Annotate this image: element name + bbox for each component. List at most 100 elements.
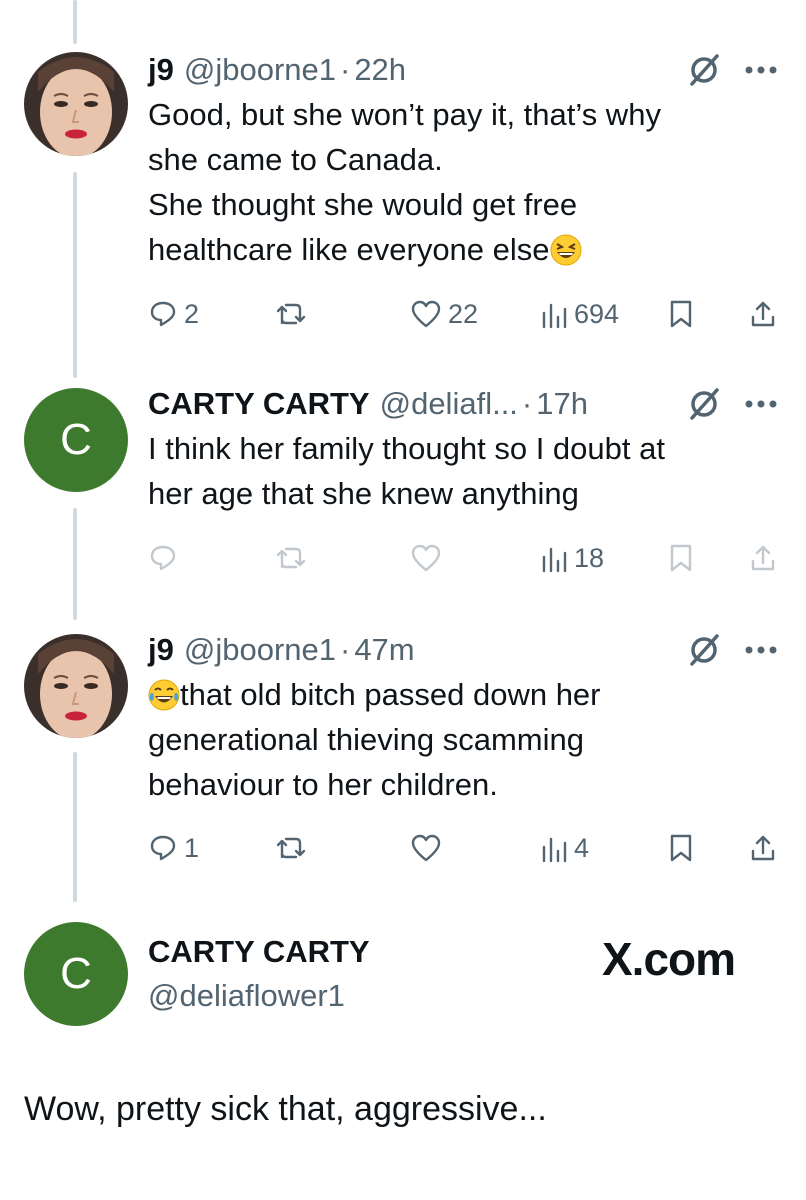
- display-name[interactable]: j9: [148, 52, 174, 88]
- grinning-squinting-face-icon: [550, 234, 582, 266]
- avatar[interactable]: C: [24, 388, 128, 492]
- reply-button[interactable]: [148, 538, 184, 578]
- tweet: j9 @jboorne1 · 47m that old bitch passed…: [148, 630, 778, 807]
- avatar-letter: C: [60, 415, 92, 464]
- tweet-text: Good, but she won’t pay it, that’s why s…: [148, 92, 778, 272]
- grok-icon[interactable]: [686, 52, 722, 88]
- bookmark-button[interactable]: [668, 538, 694, 578]
- timestamp[interactable]: 47m: [354, 632, 414, 668]
- views-icon: [542, 837, 567, 863]
- tweet-text-line: she came to Canada.: [148, 142, 443, 177]
- thread-line-2: [73, 508, 77, 620]
- tweet-text-line-content: healthcare like everyone else: [148, 232, 550, 267]
- repost-icon: [276, 837, 306, 859]
- tweet-actions: 18: [148, 538, 778, 578]
- reply-icon: [150, 835, 176, 861]
- dot-separator: ·: [339, 632, 351, 667]
- view-count: 4: [574, 832, 590, 863]
- display-name[interactable]: CARTY CARTY: [148, 386, 370, 422]
- tweet-text-line: behaviour to her children.: [148, 767, 498, 802]
- caption-text: Wow, pretty sick that, aggressive...: [24, 1090, 547, 1128]
- like-icon: [411, 300, 441, 328]
- bookmark-button[interactable]: [668, 294, 694, 334]
- like-button[interactable]: [410, 828, 448, 868]
- share-icon: [751, 835, 775, 861]
- tweet-header: CARTY CARTY @deliafl... · 17h: [148, 384, 778, 424]
- user-handle[interactable]: @jboorne1: [184, 52, 336, 88]
- reply-count: 1: [184, 832, 200, 863]
- tweet-text-line: her age that she knew anything: [148, 476, 579, 511]
- repost-icon: [276, 303, 306, 325]
- like-icon: [411, 834, 441, 862]
- grok-icon[interactable]: [686, 632, 722, 668]
- thread-line-3: [73, 752, 77, 902]
- display-name[interactable]: j9: [148, 632, 174, 668]
- tweet-text: I think her family thought so I doubt at…: [148, 426, 778, 516]
- views-button[interactable]: 4: [540, 828, 589, 868]
- user-handle[interactable]: @deliafl...: [380, 386, 518, 422]
- view-count: 18: [574, 542, 605, 573]
- dot-separator: ·: [521, 386, 533, 421]
- repost-button[interactable]: [274, 294, 314, 334]
- bookmark-button[interactable]: [668, 828, 694, 868]
- reply-button[interactable]: 2: [148, 294, 199, 334]
- reply-button[interactable]: 1: [148, 828, 199, 868]
- avatar-letter: C: [60, 949, 92, 998]
- repost-icon: [276, 547, 306, 569]
- tweet-text-line: generational thieving scamming: [148, 722, 584, 757]
- share-icon: [751, 301, 775, 327]
- share-button[interactable]: [748, 538, 778, 578]
- profile-name[interactable]: CARTY CARTY: [148, 934, 370, 970]
- bookmark-icon: [670, 300, 692, 328]
- views-icon: [542, 303, 567, 329]
- views-button[interactable]: 18: [540, 538, 604, 578]
- tweet-text-line: healthcare like everyone else: [148, 227, 778, 272]
- share-button[interactable]: [748, 294, 778, 334]
- tweet-actions: 1 4: [148, 828, 778, 868]
- tweet: j9 @jboorne1 · 22h Good, but she won’t p…: [148, 50, 778, 272]
- tweet-actions: 2 22 694: [148, 294, 778, 334]
- view-count: 694: [574, 298, 620, 329]
- share-icon: [751, 545, 775, 571]
- tweet-text-line-content: that old bitch passed down her: [180, 677, 601, 712]
- repost-button[interactable]: [274, 538, 314, 578]
- like-button[interactable]: 22: [410, 294, 478, 334]
- dot-separator: ·: [339, 52, 351, 87]
- thread-line-1: [73, 172, 77, 378]
- more-icon[interactable]: [744, 645, 778, 655]
- share-button[interactable]: [748, 828, 778, 868]
- tweet-text-line: Good, but she won’t pay it, that’s why: [148, 97, 661, 132]
- views-button[interactable]: 694: [540, 294, 619, 334]
- tweet-header: j9 @jboorne1 · 22h: [148, 50, 778, 90]
- tweet-text-line: I think her family thought so I doubt at: [148, 431, 665, 466]
- like-button[interactable]: [410, 538, 448, 578]
- profile-avatar[interactable]: C: [24, 922, 128, 1026]
- repost-button[interactable]: [274, 828, 314, 868]
- avatar[interactable]: [24, 634, 128, 738]
- portrait-avatar-icon: [24, 634, 128, 738]
- tweet-text-line: She thought she would get free: [148, 187, 578, 222]
- more-icon[interactable]: [744, 399, 778, 409]
- reply-icon: [150, 301, 176, 327]
- tweet-text-line: that old bitch passed down her: [148, 672, 778, 717]
- timestamp[interactable]: 22h: [354, 52, 406, 88]
- portrait-avatar-icon: [24, 52, 128, 156]
- like-count: 22: [448, 298, 479, 329]
- tweet-header: j9 @jboorne1 · 47m: [148, 630, 778, 670]
- tweet: CARTY CARTY @deliafl... · 17h I think he…: [148, 384, 778, 516]
- avatar[interactable]: [24, 52, 128, 156]
- profile-handle[interactable]: @deliaflower1: [148, 978, 345, 1014]
- face-with-tears-of-joy-icon: [148, 679, 180, 711]
- reply-count: 2: [184, 298, 200, 329]
- views-icon: [542, 547, 567, 573]
- thread-line-top: [73, 0, 77, 44]
- bookmark-icon: [670, 544, 692, 572]
- timestamp[interactable]: 17h: [536, 386, 588, 422]
- x-logo: X.com: [602, 933, 736, 985]
- user-handle[interactable]: @jboorne1: [184, 632, 336, 668]
- tweet-text: that old bitch passed down her generatio…: [148, 672, 778, 807]
- bookmark-icon: [670, 834, 692, 862]
- more-icon[interactable]: [744, 65, 778, 75]
- reply-icon: [150, 545, 176, 571]
- grok-icon[interactable]: [686, 386, 722, 422]
